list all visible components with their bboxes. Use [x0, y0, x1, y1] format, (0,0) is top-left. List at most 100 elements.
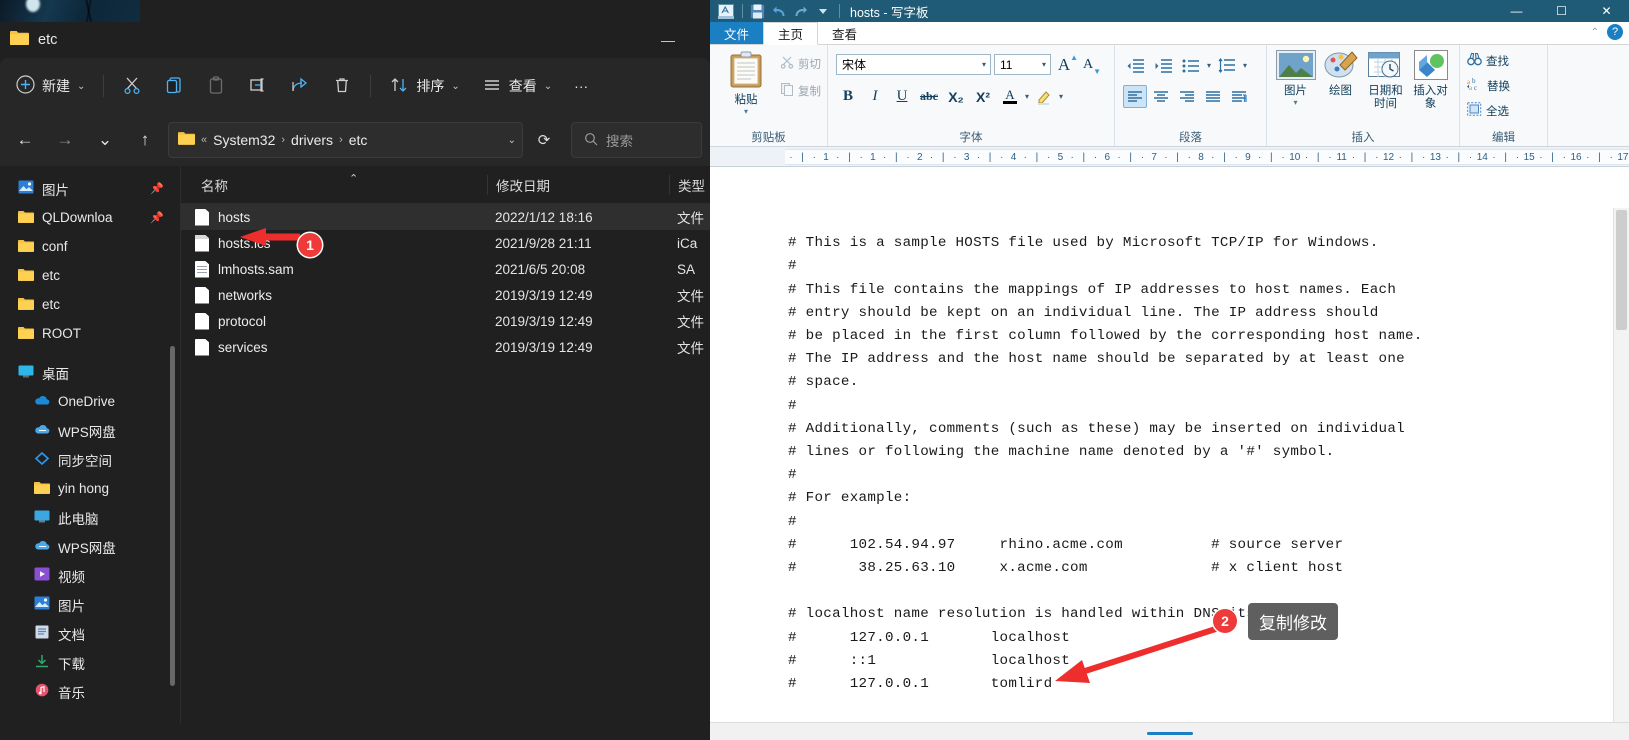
table-row[interactable]: protocol 2019/3/19 12:49 文件: [181, 308, 710, 334]
breadcrumb-item-system32[interactable]: System32: [213, 132, 275, 148]
zoom-slider[interactable]: [1146, 732, 1193, 735]
align-right-icon[interactable]: [1175, 85, 1199, 108]
pin-icon[interactable]: 📌: [150, 211, 164, 224]
tab-view[interactable]: 查看: [818, 22, 871, 44]
nav-item-videos[interactable]: 视频: [0, 561, 180, 590]
refresh-button[interactable]: ⟳: [529, 125, 559, 155]
save-icon[interactable]: [747, 2, 767, 20]
chevron-down-icon[interactable]: ▾: [1243, 61, 1247, 70]
underline-button[interactable]: U: [890, 85, 914, 108]
font-size-combobox[interactable]: 11 ▾: [994, 54, 1051, 75]
chevron-down-icon[interactable]: ▾: [1207, 61, 1211, 70]
sort-button[interactable]: 排序 ⌄: [379, 68, 469, 104]
wordpad-minimize-button[interactable]: —: [1494, 0, 1539, 22]
decrease-indent-icon[interactable]: [1123, 54, 1147, 77]
table-row[interactable]: hosts 2022/1/12 18:16 文件: [181, 204, 710, 230]
address-dropdown-icon[interactable]: ⌄: [508, 135, 516, 146]
grow-font-button[interactable]: A ▲: [1056, 53, 1080, 76]
shrink-font-button[interactable]: A ▼: [1080, 53, 1104, 77]
breadcrumb-item-drivers[interactable]: drivers: [291, 132, 333, 148]
share-button[interactable]: [280, 68, 320, 104]
nav-item-downloads[interactable]: 下载: [0, 648, 180, 677]
table-row[interactable]: networks 2019/3/19 12:49 文件: [181, 282, 710, 308]
column-header-date[interactable]: 修改日期: [487, 174, 669, 195]
pin-icon[interactable]: 📌: [150, 182, 164, 195]
highlight-button[interactable]: [1032, 85, 1056, 108]
nav-item-pictures[interactable]: 图片: [0, 590, 180, 619]
insert-picture-button[interactable]: 图片 ▾: [1273, 48, 1318, 107]
explorer-minimize-button[interactable]: —: [648, 28, 688, 52]
increase-indent-icon[interactable]: [1151, 54, 1175, 77]
nav-item-pictures-pinned[interactable]: 图片 📌: [0, 174, 180, 203]
delete-button[interactable]: [322, 68, 362, 104]
nav-item-qldownload[interactable]: QLDownloa 📌: [0, 203, 180, 232]
chevron-down-icon[interactable]: ▾: [1293, 98, 1297, 107]
document-editing-area[interactable]: # This is a sample HOSTS file used by Mi…: [710, 208, 1629, 722]
nav-item-this-pc[interactable]: 此电脑: [0, 503, 180, 532]
cut-button[interactable]: [112, 68, 152, 104]
nav-item-documents[interactable]: 文档: [0, 619, 180, 648]
undo-icon[interactable]: [769, 2, 789, 20]
file-name-cell[interactable]: hosts.ics: [181, 234, 487, 252]
address-bar[interactable]: « System32 › drivers › etc ⌄: [168, 122, 523, 158]
cut-button[interactable]: 剪切: [780, 53, 821, 74]
select-all-button[interactable]: 全选: [1467, 100, 1509, 121]
up-button[interactable]: ↑: [128, 123, 162, 157]
chevron-down-icon[interactable]: ▾: [1059, 92, 1063, 101]
document-vertical-scrollbar[interactable]: [1613, 208, 1629, 722]
strikethrough-button[interactable]: abc: [917, 85, 941, 108]
nav-item-desktop[interactable]: 桌面: [0, 358, 180, 387]
file-name-cell[interactable]: lmhosts.sam: [181, 260, 487, 278]
column-header-type[interactable]: 类型: [669, 174, 710, 195]
chevron-down-icon[interactable]: ▾: [744, 107, 748, 116]
file-name-cell[interactable]: networks: [181, 286, 487, 304]
bold-button[interactable]: B: [836, 85, 860, 108]
line-spacing-icon[interactable]: [1215, 54, 1239, 77]
insert-object-button[interactable]: 插入对象: [1408, 48, 1453, 111]
wordpad-close-button[interactable]: ✕: [1584, 0, 1629, 22]
back-button[interactable]: ←: [8, 123, 42, 157]
replace-button[interactable]: abac 替换: [1467, 75, 1510, 96]
nav-item-conf[interactable]: conf: [0, 232, 180, 261]
file-name-cell[interactable]: protocol: [181, 312, 487, 330]
nav-item-wps-cloud-1[interactable]: WPS网盘: [0, 416, 180, 445]
table-row[interactable]: hosts.ics 2021/9/28 21:11 iCa: [181, 230, 710, 256]
rename-button[interactable]: [238, 68, 278, 104]
nav-item-onedrive[interactable]: OneDrive: [0, 387, 180, 416]
forward-button[interactable]: →: [48, 123, 82, 157]
table-row[interactable]: services 2019/3/19 12:49 文件: [181, 334, 710, 360]
nav-item-etc-2[interactable]: etc: [0, 290, 180, 319]
wordpad-maximize-button[interactable]: ☐: [1539, 0, 1584, 22]
table-row[interactable]: lmhosts.sam 2021/6/5 20:08 SA: [181, 256, 710, 282]
nav-item-yin-hong[interactable]: yin hong: [0, 474, 180, 503]
find-button[interactable]: 查找: [1467, 50, 1509, 71]
horizontal-ruler[interactable]: · | · 1 · | · 1 · | · 2 · | · 3 · | · 4 · | · 5 · | · 6 · | · 7 · | · 8 · | · 9…: [710, 147, 1629, 167]
collapse-ribbon-icon[interactable]: ⌃: [1591, 27, 1599, 38]
nav-item-wps-cloud-2[interactable]: WPS网盘: [0, 532, 180, 561]
italic-button[interactable]: I: [863, 85, 887, 108]
superscript-button[interactable]: X²: [971, 85, 995, 108]
view-button[interactable]: 查看 ⌄: [472, 68, 562, 104]
tab-home[interactable]: 主页: [763, 22, 819, 45]
font-name-combobox[interactable]: 宋体 ▾: [836, 54, 991, 75]
file-name-cell[interactable]: services: [181, 338, 487, 356]
recent-locations-button[interactable]: ⌄: [88, 123, 122, 157]
column-header-name[interactable]: 名称: [181, 175, 487, 195]
insert-paint-drawing-button[interactable]: 绘图: [1318, 48, 1363, 98]
navigation-scrollbar[interactable]: [170, 346, 175, 686]
subscript-button[interactable]: X₂: [944, 85, 968, 108]
nav-item-etc-1[interactable]: etc: [0, 261, 180, 290]
paste-button[interactable]: [196, 68, 236, 104]
paste-button[interactable]: 粘贴 ▾: [720, 49, 772, 116]
copy-button[interactable]: 复制: [780, 80, 821, 101]
text-color-button[interactable]: A: [998, 85, 1022, 108]
bullets-icon[interactable]: [1179, 54, 1203, 77]
redo-icon[interactable]: [791, 2, 811, 20]
more-button[interactable]: ···: [564, 68, 598, 104]
search-input[interactable]: 搜索: [571, 122, 702, 158]
nav-item-music[interactable]: 音乐: [0, 677, 180, 706]
paragraph-marks-icon[interactable]: [1227, 85, 1251, 108]
customize-icon[interactable]: [813, 2, 833, 20]
new-button[interactable]: 新建 ⌄: [6, 68, 95, 104]
breadcrumb-overflow[interactable]: «: [199, 134, 209, 146]
